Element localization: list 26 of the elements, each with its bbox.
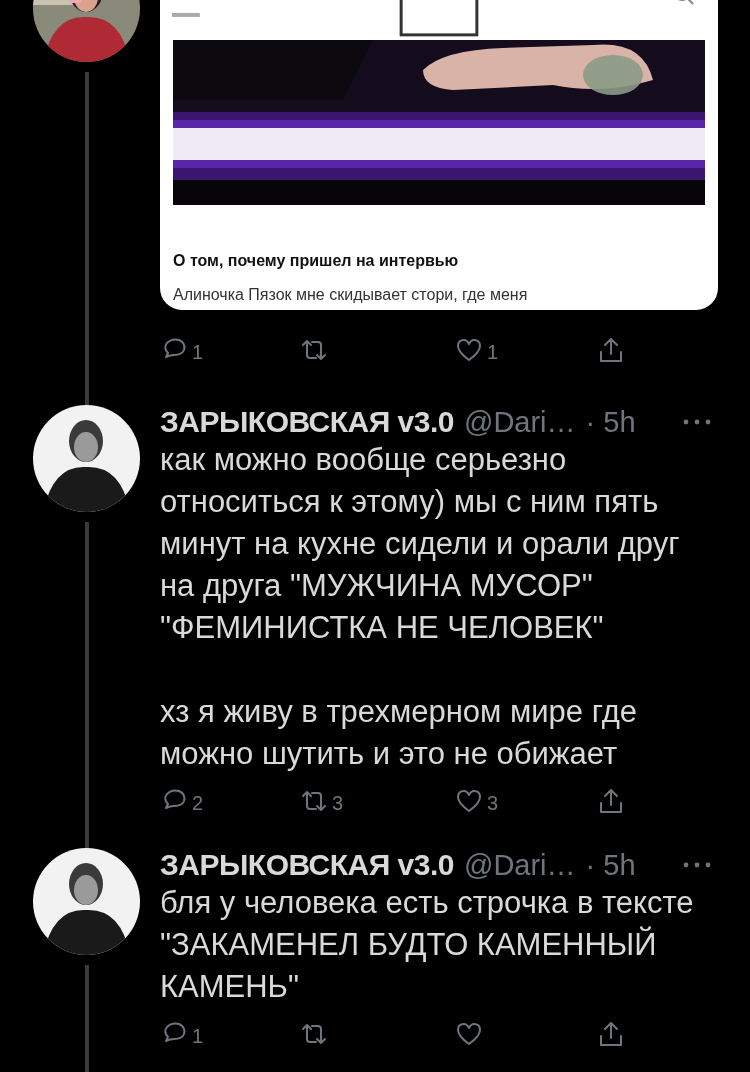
post-time: · 5h bbox=[585, 848, 636, 882]
post-time: · 5h bbox=[585, 405, 636, 439]
user-handle: @Dari… bbox=[463, 848, 576, 882]
action-count: 2 bbox=[192, 792, 204, 815]
post-text: бля у человека есть строчка в тексте "ЗАКАМЕНЕЛ БУДТО КАМЕННЫЙ КАМЕНЬ" bbox=[160, 884, 695, 1006]
user-name[interactable]: ЗАРЫКОВСКАЯ v3.0 bbox=[160, 848, 454, 882]
article-card[interactable]: О том, почему пришел на интервью Алиночка Пязок мне скидывает стори, где меня bbox=[160, 0, 718, 310]
action-count: 1 bbox=[192, 1025, 204, 1048]
share-icon[interactable] bbox=[597, 1020, 625, 1048]
more-icon[interactable] bbox=[682, 418, 712, 426]
action-count: 1 bbox=[192, 341, 204, 364]
heart-icon[interactable] bbox=[455, 336, 483, 364]
share-icon[interactable] bbox=[597, 336, 625, 364]
article-title: О том, почему пришел на интервью bbox=[173, 252, 460, 270]
action-count: 3 bbox=[487, 792, 499, 815]
user-name[interactable]: ЗАРЫКОВСКАЯ v3.0 bbox=[160, 405, 454, 439]
share-icon[interactable] bbox=[597, 787, 625, 815]
action-count: 3 bbox=[332, 792, 344, 815]
action-count: 1 bbox=[487, 341, 499, 364]
article-excerpt: Алиночка Пязок мне скидывает стори, где меня bbox=[173, 286, 529, 304]
heart-icon[interactable] bbox=[455, 1020, 483, 1048]
user-handle: @Dari… bbox=[463, 405, 576, 439]
more-icon[interactable] bbox=[682, 861, 712, 869]
post-text: как можно вообще серьезно относиться к этому) мы с ним пять минут на кухне сидели и орали друг на друга "МУЖЧИНА МУСОР" "ФЕМИНИСТКА НЕ ЧЕЛОВЕК" bbox=[160, 441, 681, 647]
heart-icon[interactable] bbox=[455, 787, 483, 815]
post-text: хз я живу в трехмерном мире где можно шутить и это не обижает bbox=[160, 693, 638, 773]
